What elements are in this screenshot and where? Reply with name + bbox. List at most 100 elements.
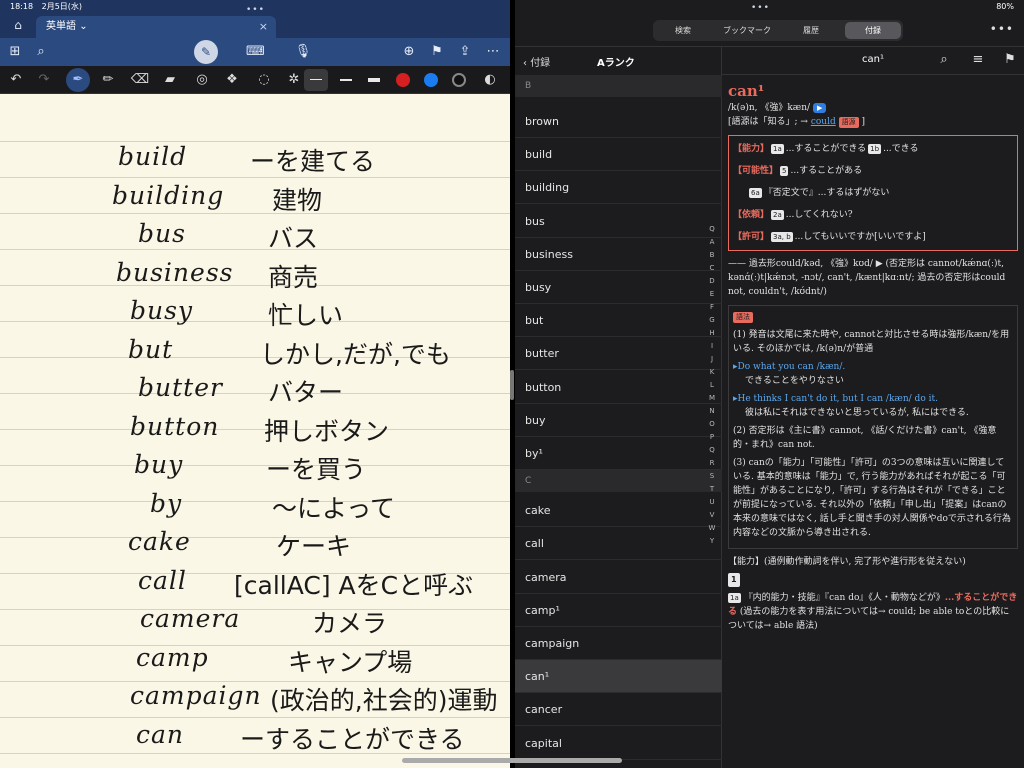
index-letter[interactable]: G <box>705 314 719 327</box>
index-letter[interactable]: J <box>705 353 719 366</box>
list-item[interactable]: camera <box>515 561 722 594</box>
close-tab-icon[interactable]: × <box>259 16 268 38</box>
more-icon[interactable]: ⋯ <box>484 43 502 61</box>
index-letter[interactable]: P <box>705 431 719 444</box>
split-handle[interactable] <box>510 370 514 400</box>
tab-history[interactable]: 履歴 <box>783 22 839 39</box>
menu-icon[interactable]: ≡ <box>970 52 986 67</box>
grid-icon[interactable]: ⊞ <box>6 43 24 61</box>
lasso-tool-icon[interactable]: ◌ <box>254 70 274 90</box>
index-letter[interactable]: H <box>705 327 719 340</box>
index-letter[interactable]: U <box>705 496 719 509</box>
sense-number[interactable]: 1b <box>868 144 882 154</box>
elements-tool-icon[interactable]: ❖ <box>222 70 242 90</box>
list-item[interactable]: camp¹ <box>515 594 722 627</box>
index-letter[interactable]: B <box>705 249 719 262</box>
index-bar[interactable]: QABCDEFGHIJKLMNOPQRSTUVWY <box>705 223 719 548</box>
pen-tool-icon[interactable]: ✒ <box>66 68 90 92</box>
highlighter-tool-icon[interactable]: ▰ <box>160 70 180 90</box>
pencil-tool-icon[interactable]: ✏ <box>98 70 118 90</box>
list-item[interactable]: cancer <box>515 693 722 727</box>
index-letter[interactable]: L <box>705 379 719 392</box>
list-item[interactable]: capital <box>515 727 722 760</box>
note-english: build <box>118 142 188 171</box>
tab-search[interactable]: 検索 <box>655 22 711 39</box>
list-item[interactable]: button <box>515 371 722 404</box>
keyboard-icon[interactable]: ⌨ <box>246 43 265 61</box>
chevron-down-icon[interactable]: ⌄ <box>79 21 87 32</box>
share-icon[interactable]: ⇪ <box>456 43 474 61</box>
color-picker-icon[interactable]: ◐ <box>480 70 500 90</box>
color-black[interactable] <box>452 73 466 87</box>
shape-tool-icon[interactable]: ◎ <box>192 70 212 90</box>
laser-tool-icon[interactable]: ✲ <box>284 70 304 90</box>
index-letter[interactable]: D <box>705 275 719 288</box>
sense-number[interactable]: 6a <box>749 188 762 198</box>
bookmark-icon[interactable]: ⚑ <box>1002 52 1018 67</box>
origin-tag[interactable]: 語源 <box>838 117 859 128</box>
index-letter[interactable]: Q <box>705 223 719 236</box>
add-page-icon[interactable]: ⊕ <box>400 43 418 61</box>
note-tab[interactable]: 英単語 ⌄ × <box>36 16 276 38</box>
index-letter[interactable]: V <box>705 509 719 522</box>
list-item[interactable]: but <box>515 304 722 338</box>
index-letter[interactable]: O <box>705 418 719 431</box>
tab-appendix[interactable]: 付録 <box>845 22 901 39</box>
index-letter[interactable]: F <box>705 301 719 314</box>
index-letter[interactable]: M <box>705 392 719 405</box>
color-blue[interactable] <box>424 73 438 87</box>
stroke-thin-selected[interactable] <box>304 69 328 91</box>
index-letter[interactable]: S <box>705 470 719 483</box>
note-page[interactable]: build ーを建てる building 建物 bus バス business 商売 busy 忙… <box>0 94 510 768</box>
sense-number[interactable]: 2a <box>771 210 784 220</box>
index-letter[interactable]: I <box>705 340 719 353</box>
list-item[interactable]: campaign <box>515 627 722 660</box>
list-item[interactable]: busy <box>515 271 722 304</box>
pen-mode-icon[interactable]: ✎ <box>194 40 218 64</box>
sense-number[interactable]: 1a <box>771 144 784 154</box>
list-item[interactable]: building <box>515 171 722 205</box>
index-letter[interactable]: A <box>705 236 719 249</box>
color-red[interactable] <box>396 73 410 87</box>
list-item[interactable]: buy <box>515 404 722 437</box>
index-letter[interactable]: W <box>705 522 719 535</box>
index-letter[interactable]: K <box>705 366 719 379</box>
list-item[interactable]: build <box>515 138 722 172</box>
list-item[interactable]: butter <box>515 337 722 371</box>
multitask-dots-icon[interactable]: ••• <box>751 3 770 13</box>
redo-icon[interactable]: ↷ <box>34 70 54 90</box>
bookmark-icon[interactable]: ⚑ <box>428 43 446 61</box>
list-item[interactable]: bus <box>515 205 722 238</box>
list-item[interactable]: can¹ <box>515 660 722 694</box>
stroke-thick[interactable] <box>362 69 386 91</box>
origin-link[interactable]: could <box>811 117 836 127</box>
tab-bookmark[interactable]: ブックマーク <box>715 22 779 39</box>
home-indicator[interactable] <box>402 758 622 763</box>
index-letter[interactable]: C <box>705 262 719 275</box>
back-button[interactable]: ‹ 付録 <box>523 54 550 69</box>
index-letter[interactable]: T <box>705 483 719 496</box>
home-icon[interactable]: ⌂ <box>8 18 28 34</box>
search-icon[interactable]: ⌕ <box>936 52 952 67</box>
index-letter[interactable]: Q <box>705 444 719 457</box>
index-letter[interactable]: E <box>705 288 719 301</box>
usage-2: (2) 否定形は《主に書》cannot, 《話/くだけた書》can't, 《強意… <box>733 426 997 450</box>
index-letter[interactable]: R <box>705 457 719 470</box>
list-item[interactable]: cake <box>515 494 722 528</box>
play-audio-button[interactable]: ▶ <box>812 103 827 113</box>
sense-number[interactable]: 5 <box>780 166 789 176</box>
mic-icon[interactable]: 🎙 <box>294 43 312 61</box>
index-letter[interactable]: N <box>705 405 719 418</box>
list-item[interactable]: brown <box>515 105 722 138</box>
eraser-tool-icon[interactable]: ⌫ <box>130 70 150 90</box>
index-letter[interactable]: Y <box>705 535 719 548</box>
list-item[interactable]: business <box>515 238 722 271</box>
list-item[interactable]: by¹ <box>515 437 722 470</box>
sense-number[interactable]: 3a, b <box>771 232 793 242</box>
list-item[interactable]: call <box>515 527 722 561</box>
undo-icon[interactable]: ↶ <box>6 70 26 90</box>
usage-note: 語法 (1) 発音は文尾に来た時や, cannotと対比させる時は強形/kæn/… <box>728 305 1018 549</box>
more-icon[interactable]: ••• <box>990 22 1014 36</box>
search-icon[interactable]: ⌕ <box>32 43 50 61</box>
stroke-medium[interactable] <box>334 69 358 91</box>
